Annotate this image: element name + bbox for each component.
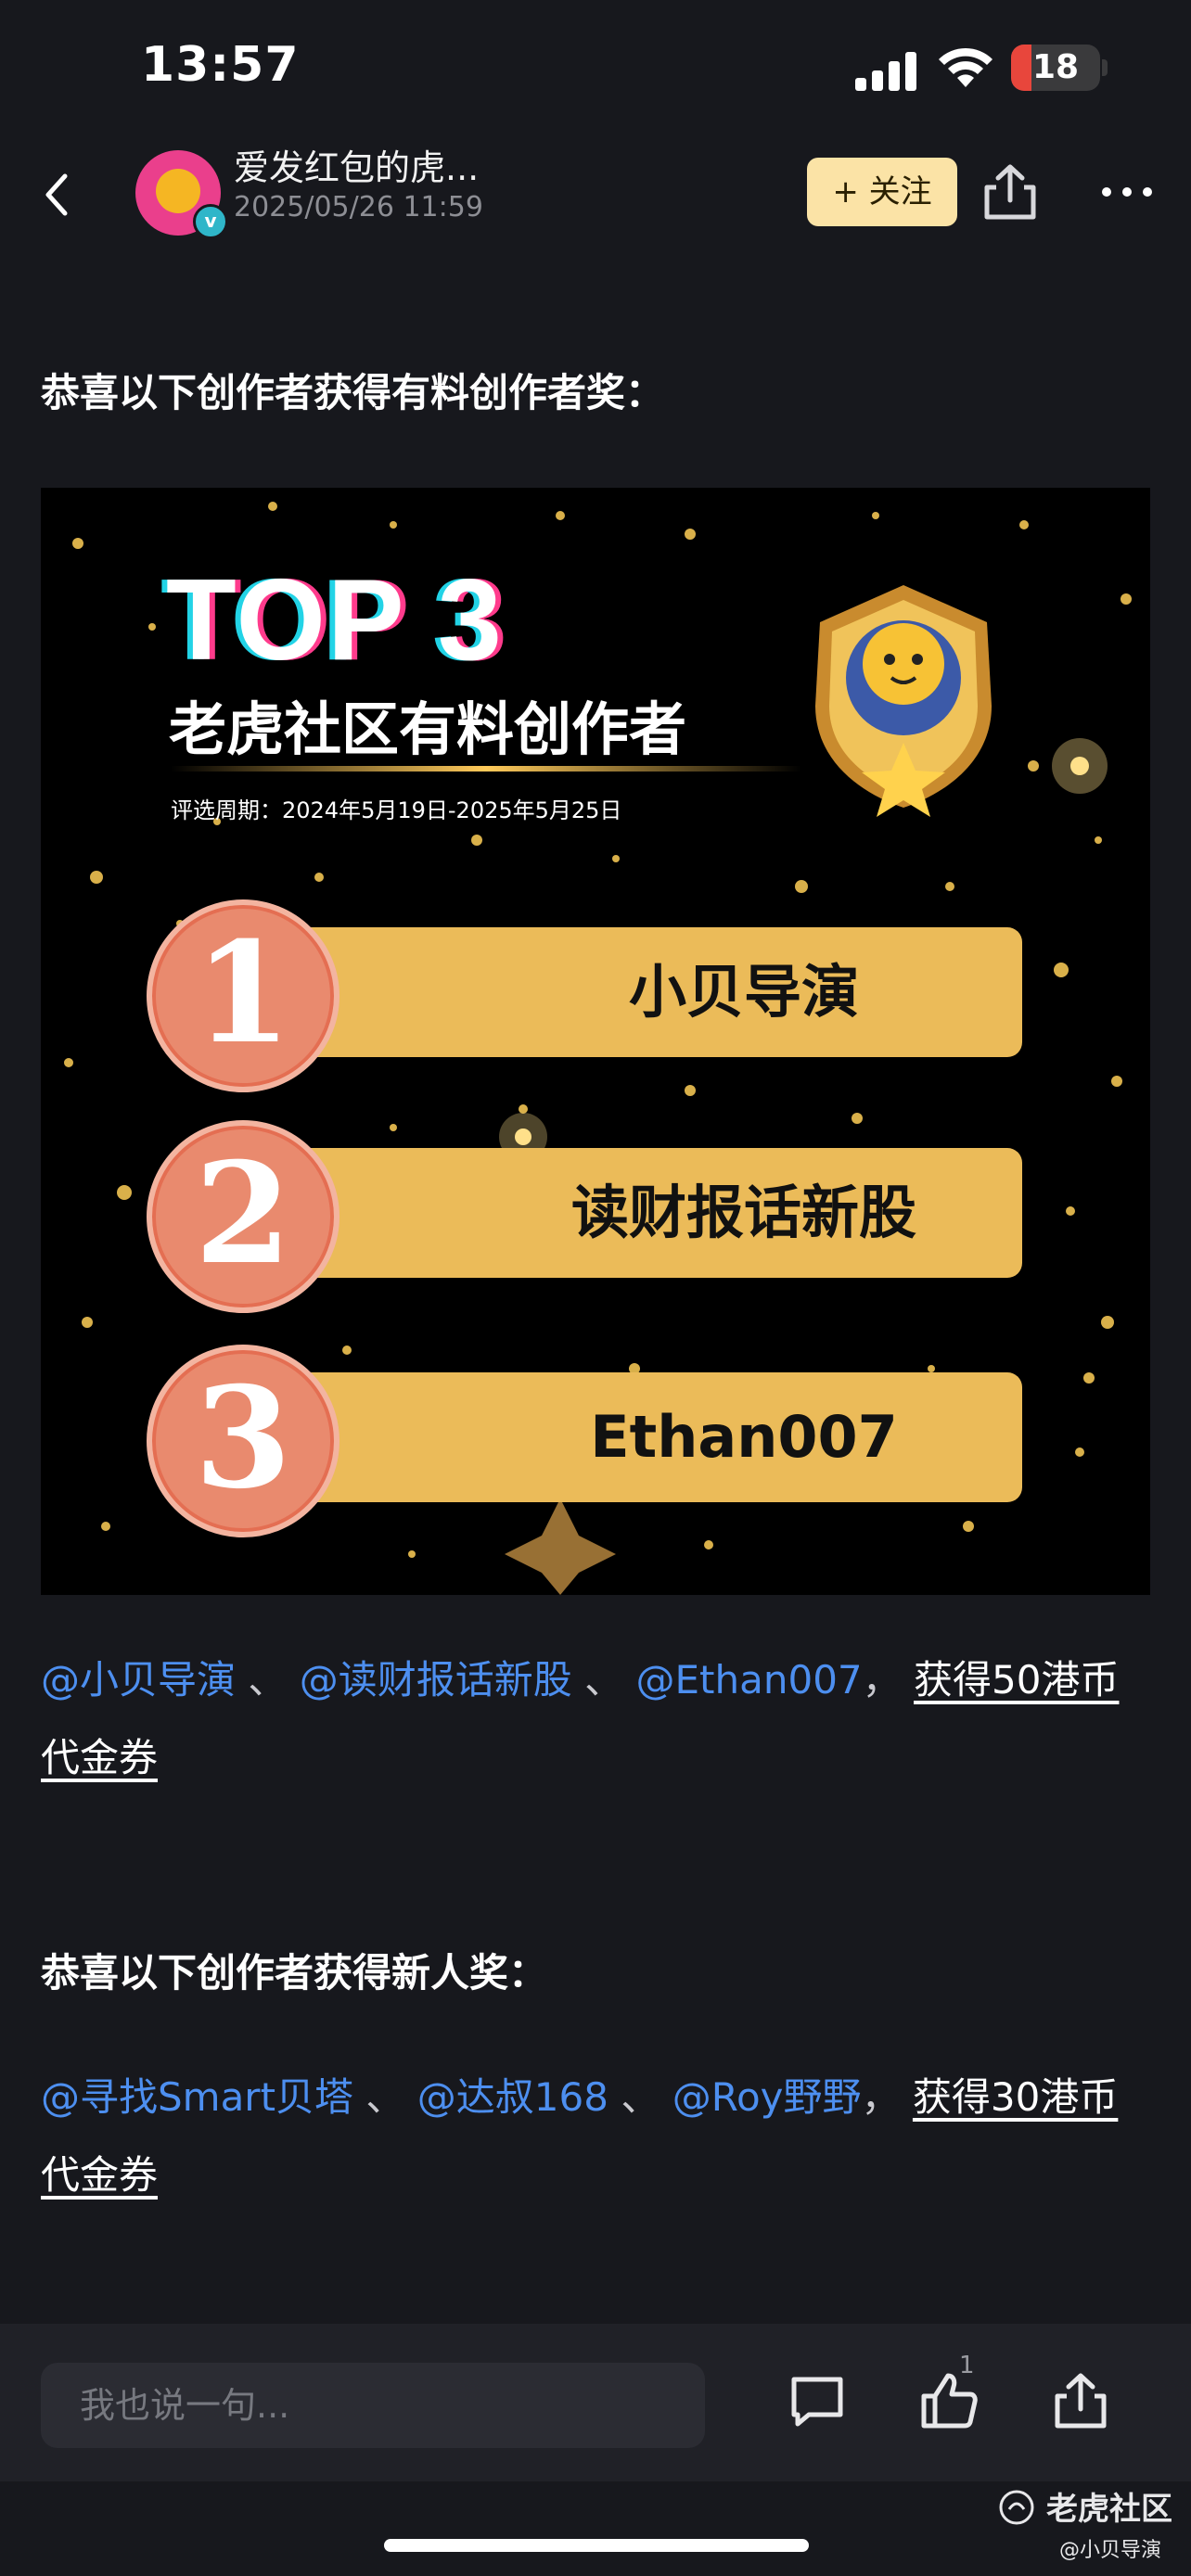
banner-title: TOP 3 (166, 556, 504, 684)
battery-icon: 18 (1011, 45, 1100, 91)
wifi-icon (939, 47, 992, 87)
comment-icon[interactable] (785, 2368, 850, 2433)
banner-period: 评选周期：2024年5月19日-2025年5月25日 (171, 797, 622, 823)
bottom-action-bar: 我也说一句... 1 (0, 2324, 1191, 2481)
rank-circle: 3 (147, 1345, 339, 1537)
tiger-medal-icon (815, 585, 992, 817)
status-bar: 13:57 18 (0, 0, 1191, 139)
award-banner-image[interactable]: TOP 3 老虎社区有料创作者 评选周期：2024年5月19日-2025年5月2… (41, 488, 1150, 1595)
separator: 、 (365, 2074, 405, 2120)
rank-name: Ethan007 (590, 1403, 898, 1471)
share-icon[interactable] (978, 159, 1043, 224)
more-dots-icon[interactable] (1095, 159, 1159, 224)
separator: 、 (584, 1657, 624, 1702)
rank-number: 1 (194, 912, 292, 1075)
home-indicator[interactable] (384, 2539, 809, 2552)
mention-link[interactable]: @寻找Smart贝塔 (41, 2074, 353, 2120)
watermark-brand: 老虎社区 (1046, 2491, 1172, 2528)
mention-link[interactable]: @Ethan007 (636, 1657, 863, 1702)
separator: 、 (621, 2074, 660, 2120)
battery-tip (1102, 59, 1108, 76)
rank-row-1: 1 小贝导演 (147, 899, 1022, 1092)
rank-number: 2 (194, 1132, 292, 1295)
banner-subtitle: 老虎社区有料创作者 (169, 695, 687, 763)
mention-link[interactable]: @小贝导演 (41, 1657, 236, 1702)
mention-link[interactable]: @Roy野野 (672, 2074, 862, 2120)
mention-link[interactable]: @读财报话新股 (300, 1657, 572, 1702)
section-heading-2: 恭喜以下创作者获得新人奖： (41, 1950, 548, 1996)
follow-button[interactable]: + 关注 (807, 158, 957, 226)
comma: ， (861, 2074, 901, 2120)
rank-circle: 1 (147, 899, 339, 1092)
cellular-signal-icon (855, 50, 920, 91)
winners-paragraph-2: @寻找Smart贝塔 、 @达叔168 、 @Roy野野， 获得30港币代金券 (41, 2059, 1150, 2214)
post-header: v 爱发红包的虎... 2025/05/26 11:59 + 关注 (0, 139, 1191, 250)
glow-divider (171, 766, 801, 772)
tiger-logo-icon (999, 2490, 1034, 2525)
rank-name: 读财报话新股 (570, 1179, 916, 1246)
verified-badge-icon: v (193, 204, 228, 239)
winners-paragraph-1: @小贝导演 、 @读财报话新股 、 @Ethan007， 获得50港币代金券 (41, 1641, 1150, 1797)
section-heading-1: 恭喜以下创作者获得有料创作者奖： (41, 370, 665, 415)
watermark-user: @小贝导演 (1059, 2539, 1162, 2562)
status-time: 13:57 (141, 37, 300, 93)
comma: ， (862, 1657, 902, 1702)
separator: 、 (248, 1657, 288, 1702)
post-date: 2025/05/26 11:59 (234, 191, 483, 223)
rank-circle: 2 (147, 1120, 339, 1313)
chevron-left-icon[interactable] (32, 167, 87, 223)
rank-row-3: 3 Ethan007 (147, 1345, 1022, 1537)
author-name[interactable]: 爱发红包的虎... (234, 139, 479, 190)
rank-row-2: 2 读财报话新股 (147, 1120, 1022, 1313)
rank-number: 3 (194, 1357, 292, 1520)
like-count: 1 (959, 2352, 975, 2379)
mention-link[interactable]: @达叔168 (417, 2074, 608, 2120)
comment-input[interactable]: 我也说一句... (41, 2363, 705, 2448)
battery-level: 18 (1031, 48, 1080, 86)
rank-name: 小贝导演 (628, 958, 859, 1026)
share-icon[interactable] (1048, 2368, 1113, 2433)
